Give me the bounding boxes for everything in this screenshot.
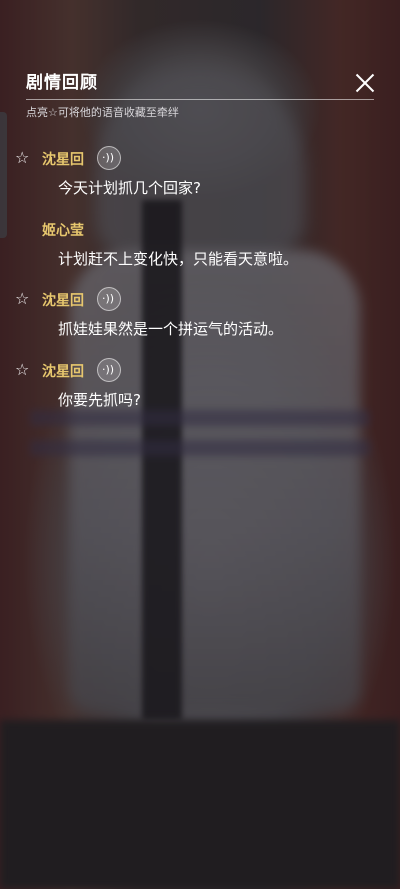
sound-icon: ·)): [102, 151, 115, 164]
voice-play-button[interactable]: ·)): [97, 146, 121, 170]
speaker-name: 沈星回: [42, 152, 84, 168]
dialogue-text: 计划赶不上变化快，只能看天意啦。: [58, 250, 299, 268]
speaker-name: 沈星回: [42, 364, 84, 380]
close-icon[interactable]: [354, 72, 376, 94]
voice-play-button[interactable]: ·)): [97, 287, 121, 311]
star-icon[interactable]: ☆: [15, 360, 29, 379]
panel-title: 剧情回顾: [26, 73, 98, 93]
header-divider: [26, 99, 374, 100]
speaker-name: 姬心莹: [42, 223, 84, 239]
star-icon[interactable]: ☆: [15, 148, 29, 167]
sound-icon: ·)): [102, 363, 115, 376]
side-drawer-handle[interactable]: [0, 112, 7, 238]
voice-play-button[interactable]: ·)): [97, 358, 121, 382]
sound-icon: ·)): [102, 292, 115, 305]
speaker-name: 沈星回: [42, 293, 84, 309]
star-icon[interactable]: ☆: [15, 289, 29, 308]
favorite-hint: 点亮☆可将他的语音收藏至牵绊: [26, 106, 179, 119]
dialogue-text: 你要先抓吗?: [58, 391, 141, 409]
blurred-background: [0, 0, 400, 889]
dialogue-text: 抓娃娃果然是一个拼运气的活动。: [58, 320, 284, 338]
dialogue-text: 今天计划抓几个回家?: [58, 179, 201, 197]
